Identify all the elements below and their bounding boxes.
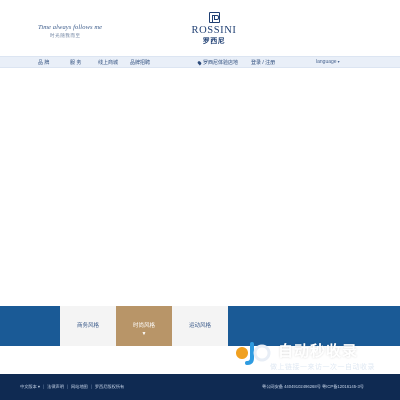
footer-links: 中文版本 ▾ | 法律声明 | 网站地图 | 罗西尼版权所有 [20,384,125,389]
main-nav: 品 牌 服 务 线上商城 品牌招聘 罗西尼体验店地 登录 / 注册 langua… [0,56,400,68]
nav-item-service[interactable]: 服 务 [70,59,81,67]
location-pin-icon [197,60,202,66]
watermark-subtitle: 做上链接一来访一次一自动收录 [270,363,375,371]
site-footer: 中文版本 ▾ | 法律声明 | 网站地图 | 罗西尼版权所有 粤公网安备 440491024… [0,374,400,400]
style-tabs: 商务风格 时尚风格 ▼ 运动风格 [60,306,228,346]
tab-fashion-style[interactable]: 时尚风格 ▼ [116,306,172,346]
footer-link-legal[interactable]: 法律声明 [47,384,64,389]
tab-business-style[interactable]: 商务风格 [60,306,116,346]
tab-sport-style[interactable]: 运动风格 [172,306,228,346]
tab-label: 时尚风格 [132,323,155,329]
caret-down-icon: ▼ [141,331,147,337]
footer-copyright: 罗西尼版权所有 [94,384,125,389]
nav-item-brand[interactable]: 品 牌 [38,59,49,67]
slogan-chinese: 时光随我而至 [50,34,81,39]
footer-icp[interactable]: 粤公网安备 44049102496268号 粤ICP备12016145-3号 [262,383,364,391]
site-header: Time always follows me 时光随我而至 ROSSINI 罗西… [0,0,400,56]
footer-link-language[interactable]: 中文版本 ▾ [20,384,40,389]
nav-item-store-locator[interactable]: 罗西尼体验店地 [197,59,239,67]
slogan: Time always follows me 时光随我而至 [38,24,102,39]
nav-item-login[interactable]: 登录 / 注册 [251,59,275,67]
language-select[interactable]: language▾ [308,58,352,67]
slogan-english: Time always follows me [38,24,103,31]
chevron-down-icon: ▾ [337,59,340,64]
nav-item-careers[interactable]: 品牌招聘 [130,59,150,67]
rossini-logo-icon [208,12,220,23]
watermark: 自动秒收录 做上链接一来访一次一自动收录 [230,336,390,376]
brand-name-chinese: 罗西尼 [202,36,226,45]
language-label: language [316,59,337,65]
brand-name: ROSSINI [191,25,237,36]
main-content [0,69,400,306]
footer-link-sitemap[interactable]: 网站地图 [71,384,88,389]
tab-label: 运动风格 [188,323,211,329]
brand-logo[interactable]: ROSSINI 罗西尼 [186,12,242,45]
watermark-title: 自动秒收录 [278,342,359,360]
nav-item-online-store[interactable]: 线上商城 [98,59,118,67]
tab-label: 商务风格 [76,323,99,329]
store-locator-label: 罗西尼体验店地 [203,60,239,66]
